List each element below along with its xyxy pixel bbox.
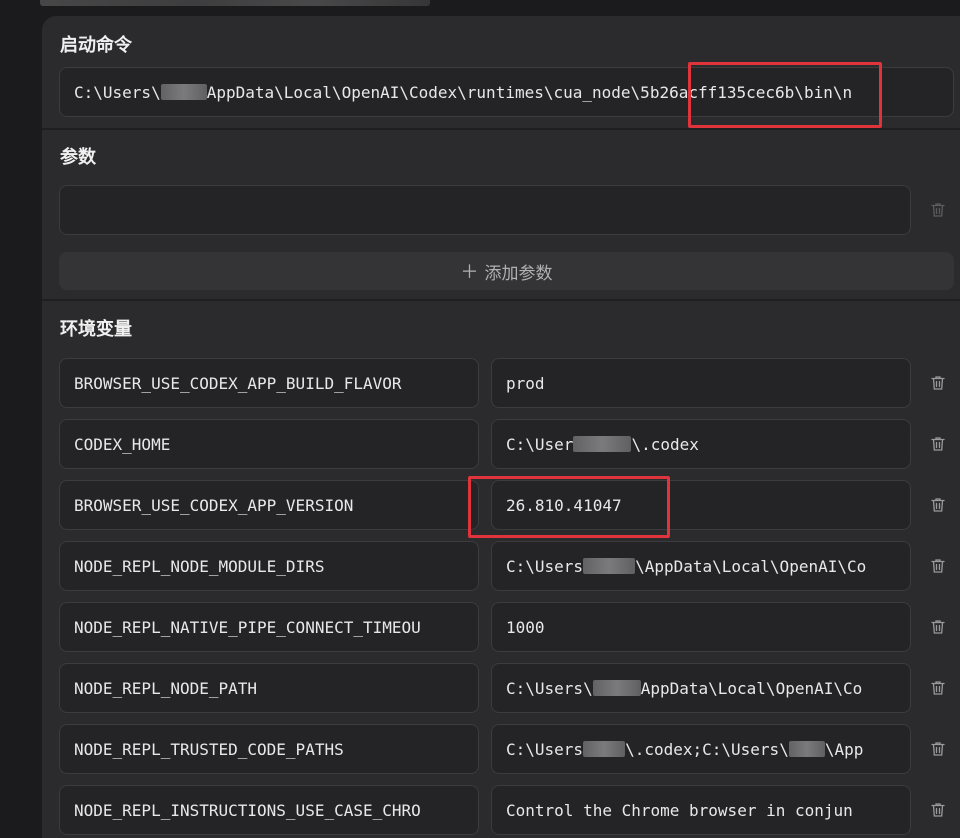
trash-icon <box>931 620 945 634</box>
trash-icon <box>931 681 945 695</box>
env-value-input[interactable]: 1000 <box>491 602 911 652</box>
add-param-label: 添加参数 <box>484 263 553 284</box>
env-vars-title: 环境变量 <box>60 319 132 340</box>
redacted-username <box>788 741 825 757</box>
env-value-input[interactable]: prod <box>491 358 911 408</box>
section-divider <box>42 128 960 130</box>
trash-icon <box>931 498 945 512</box>
command-prefix: C:\Users\ <box>74 82 161 102</box>
delete-env-button[interactable] <box>928 434 948 454</box>
env-value-input[interactable]: C:\Users \.codex;C:\Users\ \App <box>491 724 911 774</box>
delete-env-button[interactable] <box>928 739 948 759</box>
env-key-input[interactable]: BROWSER_USE_CODEX_APP_BUILD_FLAVOR <box>59 358 479 408</box>
env-key-input[interactable]: NODE_REPL_NODE_PATH <box>59 663 479 713</box>
value-part: \.codex <box>631 434 699 454</box>
param-input[interactable] <box>59 185 911 235</box>
trash-icon <box>931 376 945 390</box>
params-title: 参数 <box>60 147 96 168</box>
command-suffix: AppData\Local\OpenAI\Codex\runtimes\cua_… <box>206 82 853 102</box>
value-part: C:\User <box>506 434 574 454</box>
redacted-username <box>583 741 626 757</box>
trash-icon <box>931 742 945 756</box>
redacted-username <box>573 436 632 452</box>
env-value-input[interactable]: C:\Users\ AppData\Local\OpenAI\Co <box>491 663 911 713</box>
trash-icon <box>931 803 945 817</box>
trash-icon <box>931 437 945 451</box>
env-value-input[interactable]: 26.810.41047 <box>491 480 911 530</box>
env-key-input[interactable]: CODEX_HOME <box>59 419 479 469</box>
delete-env-button[interactable] <box>928 678 948 698</box>
env-key-input[interactable]: NODE_REPL_NATIVE_PIPE_CONNECT_TIMEOU <box>59 602 479 652</box>
trash-icon <box>931 559 945 573</box>
env-key-input[interactable]: NODE_REPL_TRUSTED_CODE_PATHS <box>59 724 479 774</box>
value-part: C:\Users\ <box>506 678 593 698</box>
obscured-header-text <box>40 0 430 6</box>
delete-param-button[interactable] <box>928 200 948 220</box>
redacted-username <box>160 84 207 100</box>
value-part: AppData\Local\OpenAI\Co <box>640 678 863 698</box>
redacted-username <box>592 680 641 696</box>
startup-command-input[interactable]: C:\Users\ AppData\Local\OpenAI\Codex\runt… <box>59 67 954 117</box>
delete-env-button[interactable] <box>928 373 948 393</box>
plus-icon: ＋ <box>460 262 479 283</box>
env-value-input[interactable]: C:\Users \AppData\Local\OpenAI\Co <box>491 541 911 591</box>
value-part: C:\Users <box>506 556 584 576</box>
add-param-button[interactable]: ＋ 添加参数 <box>59 252 954 290</box>
value-part: \.codex;C:\Users\ <box>625 739 789 759</box>
trash-icon <box>931 203 945 217</box>
env-key-input[interactable]: NODE_REPL_NODE_MODULE_DIRS <box>59 541 479 591</box>
env-key-input[interactable]: NODE_REPL_INSTRUCTIONS_USE_CASE_CHRO <box>59 785 479 835</box>
value-part: C:\Users <box>506 739 584 759</box>
value-part: \App <box>824 739 864 759</box>
delete-env-button[interactable] <box>928 556 948 576</box>
top-strip <box>0 0 960 10</box>
redacted-username <box>583 558 636 574</box>
delete-env-button[interactable] <box>928 617 948 637</box>
startup-command-title: 启动命令 <box>60 35 132 56</box>
env-value-input[interactable]: Control the Chrome browser in conjun <box>491 785 911 835</box>
delete-env-button[interactable] <box>928 495 948 515</box>
value-part: \AppData\Local\OpenAI\Co <box>635 556 867 576</box>
env-value-input[interactable]: C:\User \.codex <box>491 419 911 469</box>
section-divider <box>42 299 960 301</box>
delete-env-button[interactable] <box>928 800 948 820</box>
mcp-server-config-page: 启动命令 C:\Users\ AppData\Local\OpenAI\Codex… <box>0 0 960 838</box>
env-key-input[interactable]: BROWSER_USE_CODEX_APP_VERSION <box>59 480 479 530</box>
